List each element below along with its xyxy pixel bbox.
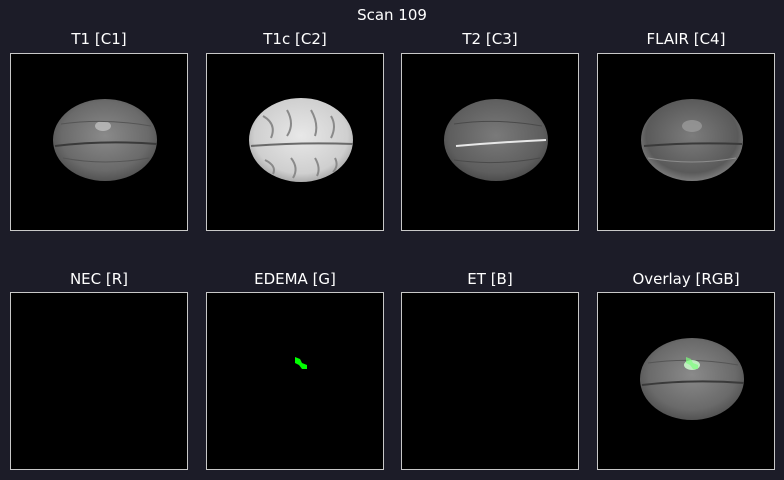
- flair-image-panel: [597, 53, 775, 231]
- edema-mask-panel: [206, 292, 384, 470]
- nec-mask-panel: [10, 292, 188, 470]
- overlay-panel: [597, 292, 775, 470]
- t1-brain-image: [53, 99, 158, 181]
- t1c-brain-image: [249, 98, 354, 182]
- panel-title-overlay: Overlay [RGB]: [632, 270, 740, 288]
- t1c-image-panel: [206, 53, 384, 231]
- panel-title-nec: NEC [R]: [69, 270, 129, 288]
- nec-mask-image: [11, 293, 187, 469]
- t2-image-panel: [401, 53, 579, 231]
- flair-brain-image: [641, 99, 743, 181]
- t1-image-panel: [10, 53, 188, 231]
- figure-title: Scan 109: [357, 6, 427, 24]
- panel-title-flair: FLAIR [C4]: [646, 30, 726, 48]
- overlay-brain-image: [640, 338, 745, 420]
- edema-mask-image: [295, 357, 307, 369]
- et-mask-panel: [401, 292, 579, 470]
- t2-brain-image: [444, 99, 548, 181]
- panel-title-et: ET [B]: [467, 270, 513, 288]
- panel-title-edema: EDEMA [G]: [254, 270, 336, 288]
- panel-title-t2: T2 [C3]: [462, 30, 518, 48]
- panel-title-t1c: T1c [C2]: [263, 30, 327, 48]
- et-mask-image: [402, 293, 578, 469]
- panel-title-t1: T1 [C1]: [71, 30, 127, 48]
